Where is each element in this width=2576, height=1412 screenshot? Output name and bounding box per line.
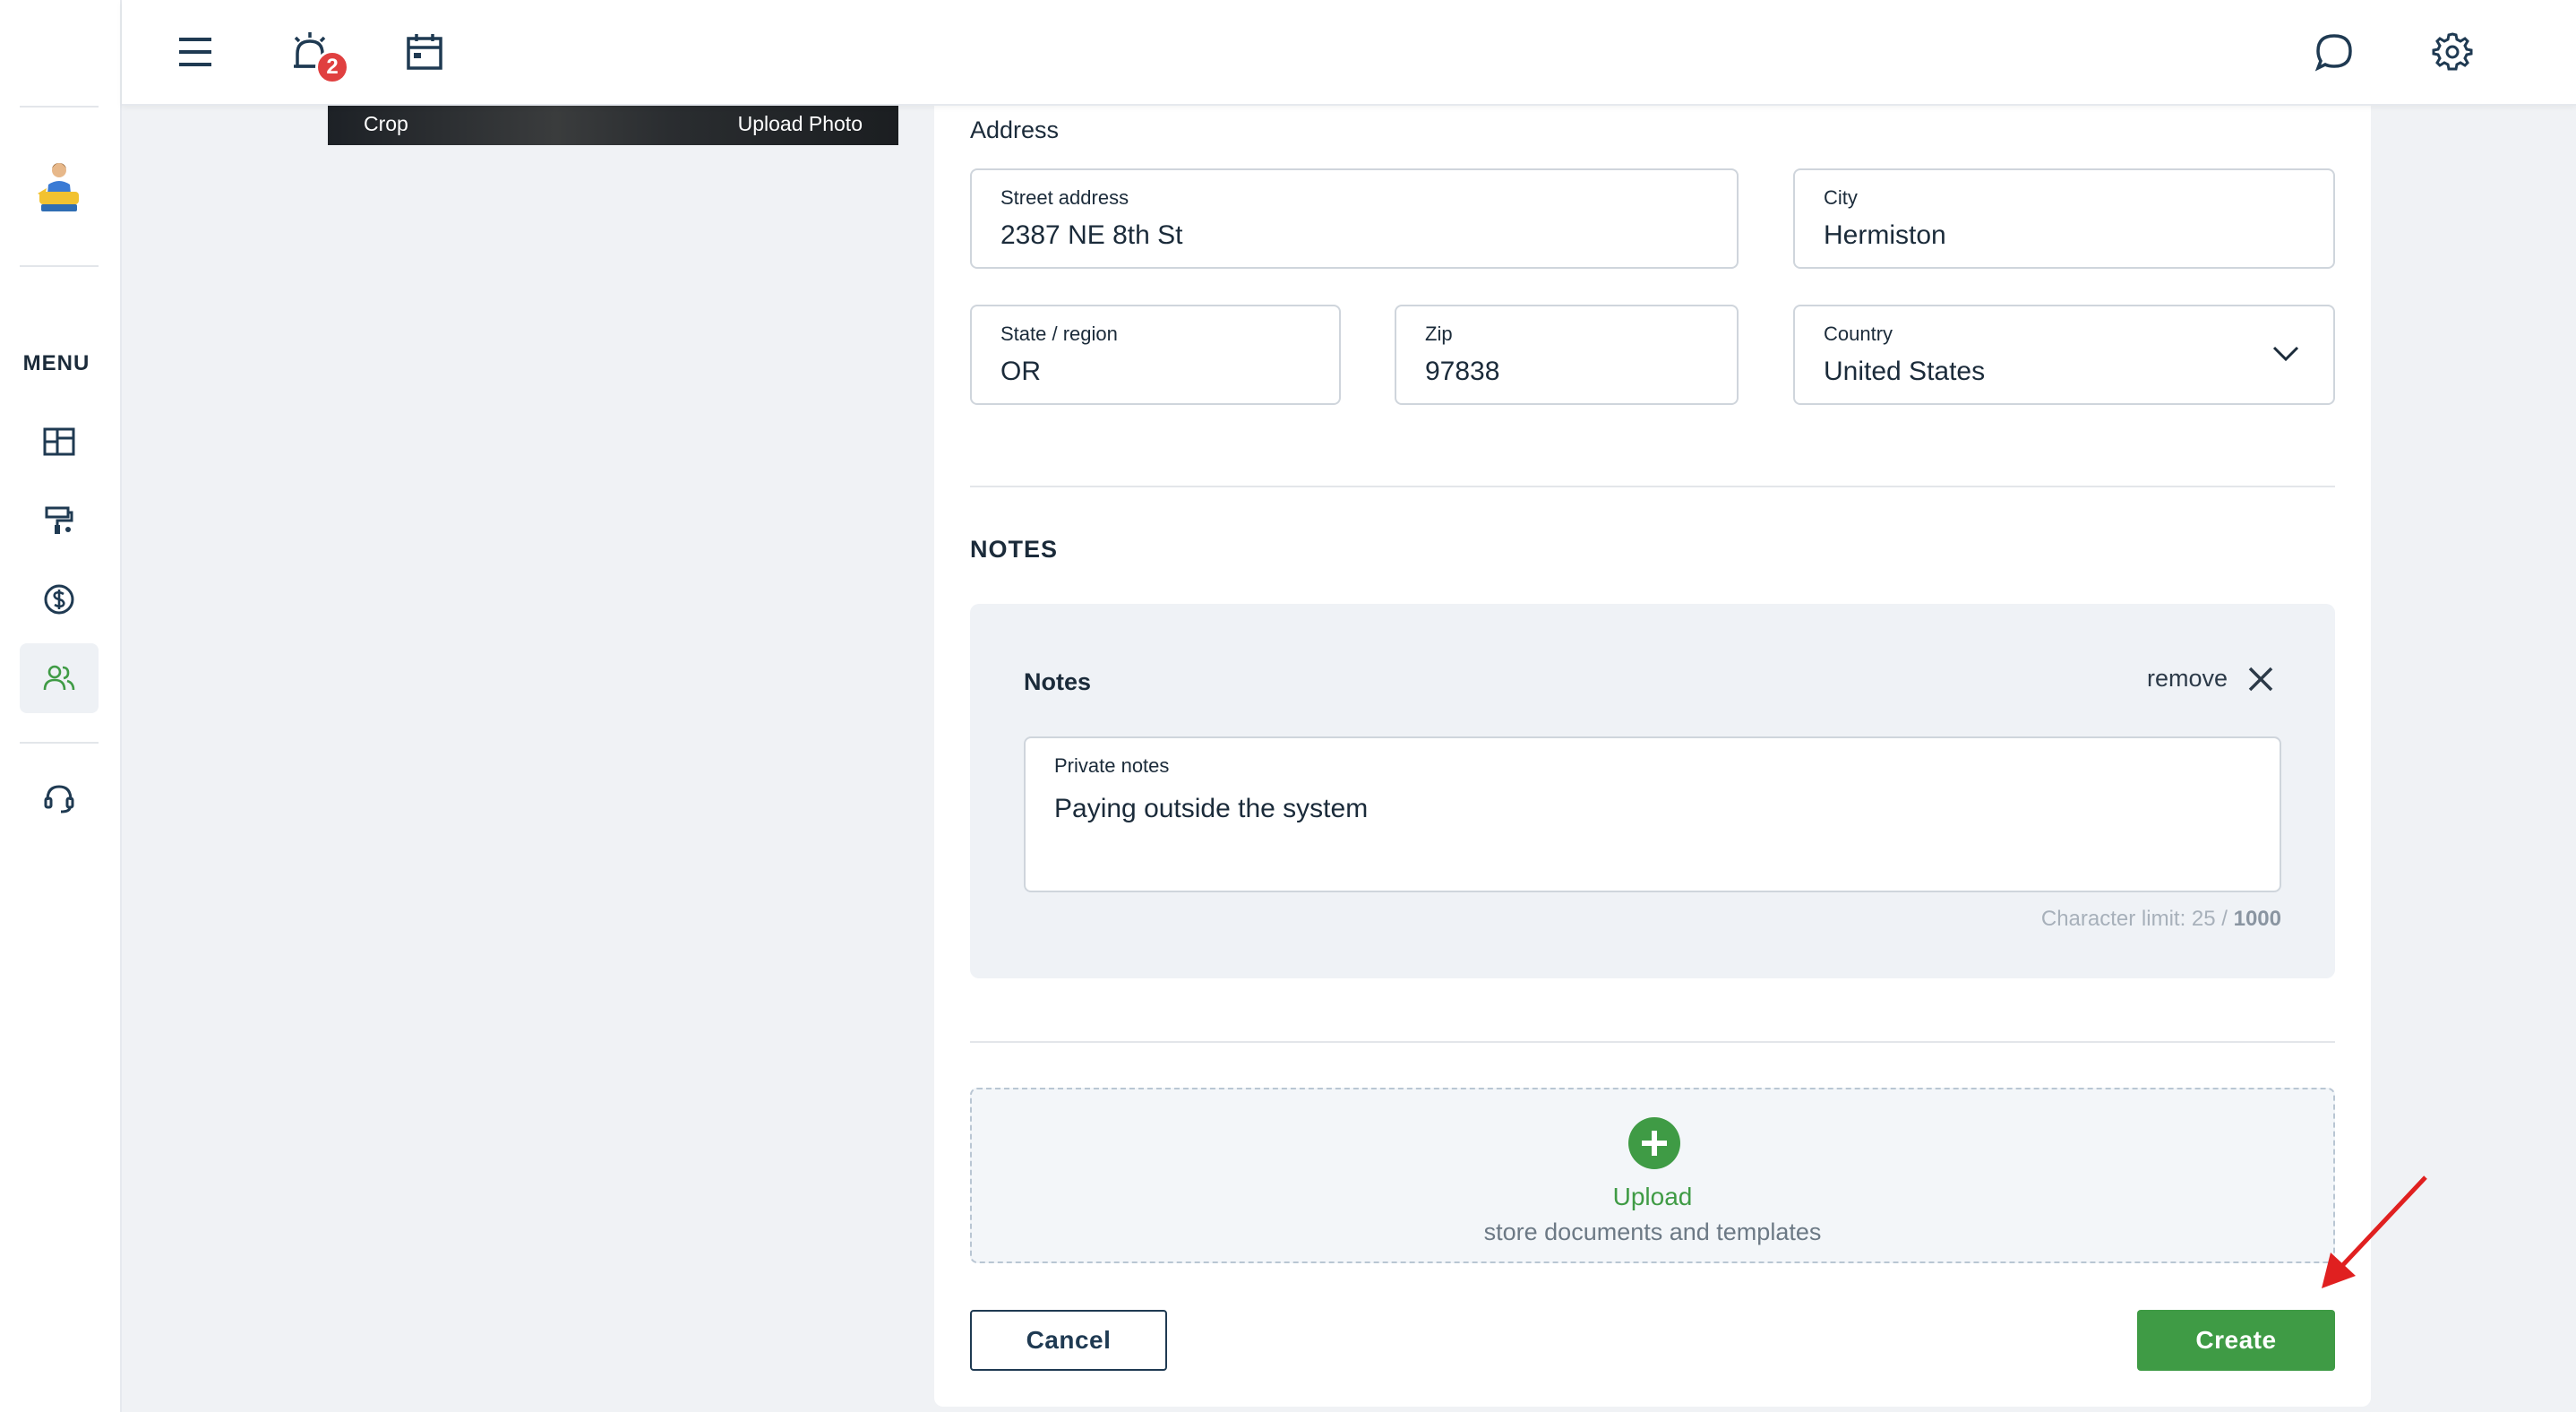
headset-icon: [44, 785, 74, 814]
zip-value: 97838: [1425, 357, 1500, 386]
customer-form-card: Address Street address 2387 NE 8th St Ci…: [934, 90, 2371, 1407]
cancel-button[interactable]: Cancel: [970, 1310, 1167, 1371]
zip-field[interactable]: Zip 97838: [1395, 305, 1739, 405]
zip-label: Zip: [1425, 323, 1453, 345]
upload-photo-button[interactable]: Upload Photo: [738, 112, 863, 136]
rail-item-support[interactable]: [20, 763, 99, 833]
calendar-button[interactable]: [396, 23, 453, 81]
dollar-icon: [44, 584, 74, 615]
hamburger-menu-button[interactable]: [167, 23, 224, 81]
upload-label: Upload: [1612, 1183, 1693, 1210]
left-rail: MENU: [0, 0, 122, 1412]
street-address-label: Street address: [1000, 186, 1129, 209]
rail-item-customers[interactable]: [20, 643, 99, 713]
private-notes-value: Paying outside the system: [1054, 794, 1369, 823]
rail-divider: [20, 106, 99, 108]
menu-heading: MENU: [22, 351, 90, 375]
top-bar: 2: [122, 0, 2576, 106]
dashboard-icon: [43, 427, 75, 456]
street-address-field[interactable]: Street address 2387 NE 8th St: [970, 168, 1739, 269]
plus-circle-icon: [1628, 1117, 1680, 1169]
street-address-value: 2387 NE 8th St: [1000, 220, 1183, 250]
upload-description: store documents and templates: [1483, 1218, 1822, 1245]
country-label: Country: [1824, 323, 1893, 345]
rail-item-billing[interactable]: [20, 564, 99, 634]
alerts-button[interactable]: 2: [281, 23, 349, 84]
rail-divider: [20, 265, 99, 267]
company-logo-avatar[interactable]: [34, 158, 84, 215]
chat-button[interactable]: [2306, 23, 2363, 81]
chat-bubble-icon: [2314, 34, 2352, 72]
city-label: City: [1824, 186, 1858, 209]
country-select[interactable]: Country United States: [1793, 305, 2335, 405]
private-notes-label: Private notes: [1054, 754, 1170, 777]
address-section-title: Address: [970, 116, 1060, 143]
paint-roller-icon: [45, 506, 73, 534]
city-field[interactable]: City Hermiston: [1793, 168, 2335, 269]
create-button[interactable]: Create: [2137, 1310, 2335, 1371]
notes-section-title: NOTES: [970, 536, 1059, 563]
settings-button[interactable]: [2424, 23, 2481, 81]
notification-count-badge: 2: [315, 50, 349, 84]
character-limit-text: Character limit: 25 /: [2040, 907, 2234, 931]
remove-label: remove: [2146, 665, 2228, 692]
annotation-arrow-icon: [2322, 1175, 2427, 1288]
rail-divider: [20, 742, 99, 744]
city-value: Hermiston: [1824, 220, 1946, 250]
state-region-field[interactable]: State / region OR: [970, 305, 1341, 405]
private-notes-textarea[interactable]: Private notes Paying outside the system: [1024, 736, 2281, 892]
chevron-down-icon: [2272, 346, 2299, 362]
hamburger-icon: [179, 38, 211, 66]
close-icon: [2248, 667, 2273, 691]
character-limit-max: 1000: [2233, 907, 2281, 931]
state-region-label: State / region: [1000, 323, 1118, 345]
document-upload-dropzone[interactable]: Upload store documents and templates: [970, 1088, 2335, 1263]
notes-label: Notes: [1024, 668, 1092, 695]
remove-notes-button[interactable]: remove: [2147, 665, 2274, 693]
users-icon: [43, 665, 75, 691]
rail-item-dashboard[interactable]: [20, 407, 99, 477]
gear-icon: [2432, 32, 2473, 71]
state-region-value: OR: [1000, 357, 1041, 386]
rail-item-jobs[interactable]: [20, 486, 99, 555]
logo-icon: [38, 163, 79, 211]
calendar-icon: [407, 34, 442, 70]
notes-panel: Notes remove Private notes Paying outsid…: [970, 604, 2335, 978]
section-divider: [970, 1041, 2335, 1043]
photo-toolbar: Crop Upload Photo: [328, 106, 898, 145]
section-divider: [970, 486, 2335, 487]
crop-button[interactable]: Crop: [364, 112, 408, 136]
character-limit-counter: Character limit: 25 / 1000: [2041, 907, 2281, 932]
country-value: United States: [1824, 357, 1986, 386]
